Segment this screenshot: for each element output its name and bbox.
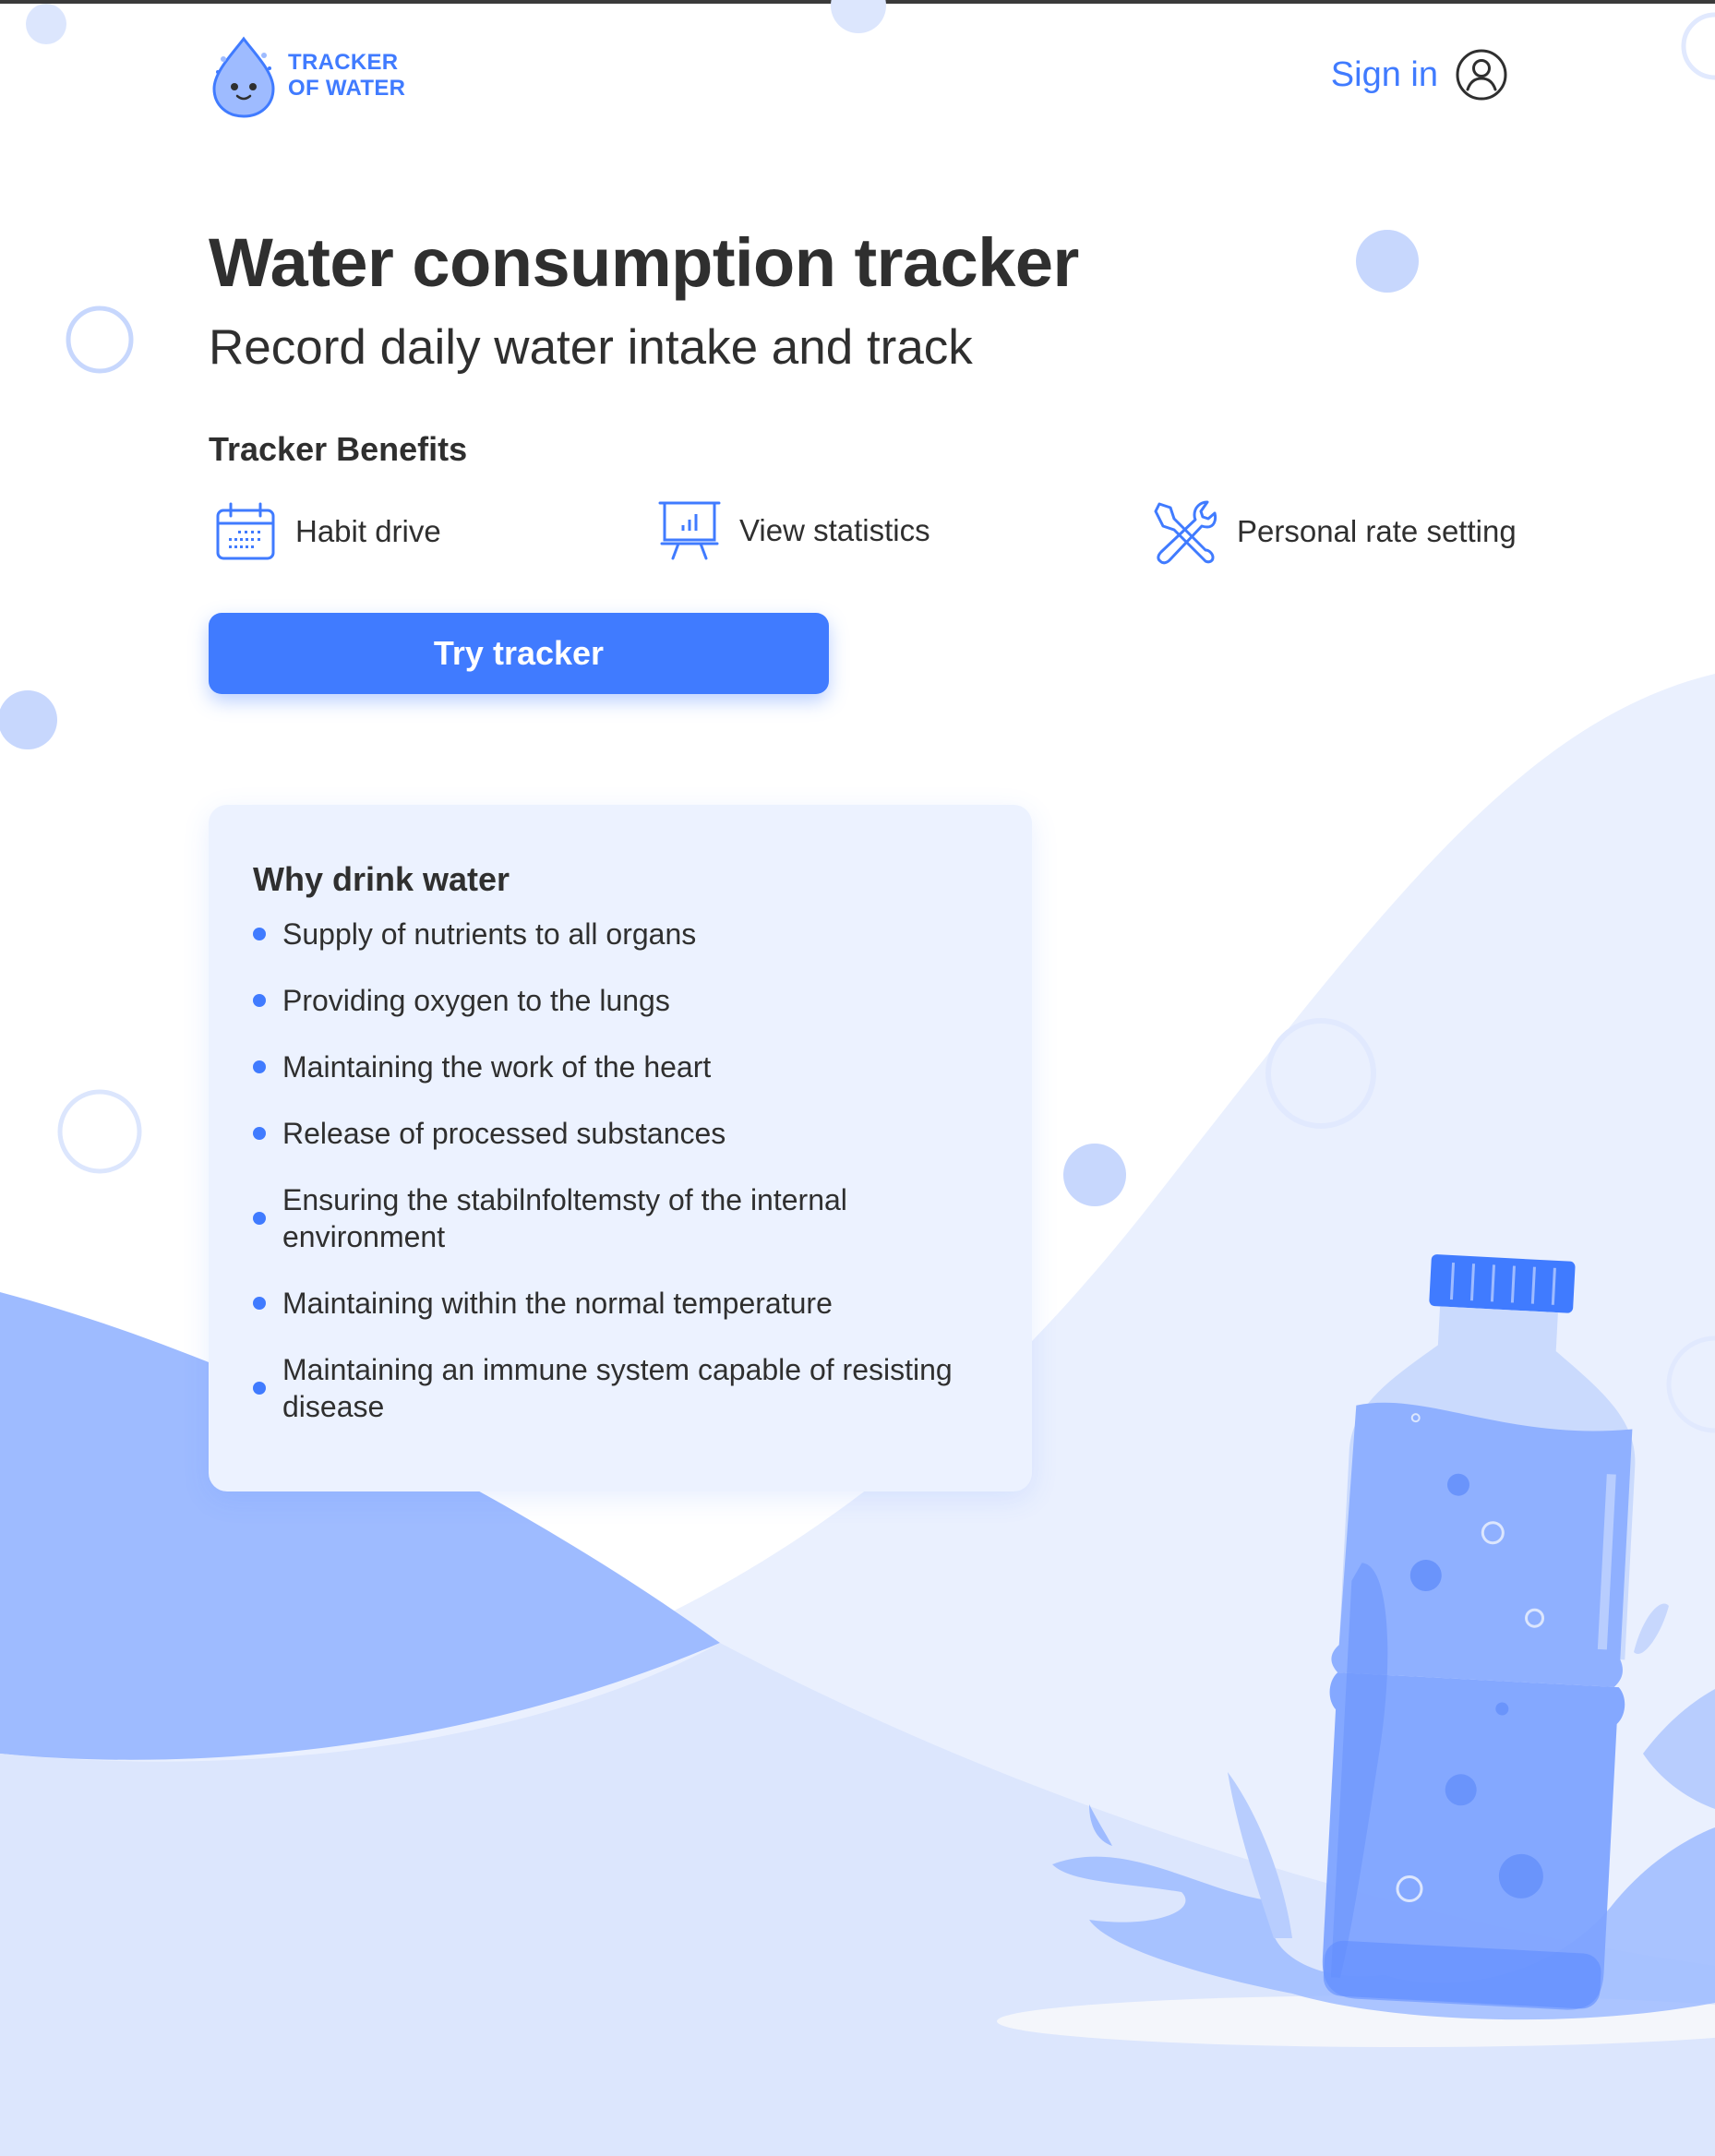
list-item-text: Release of processed substances (282, 1117, 726, 1150)
bubble (1356, 230, 1419, 293)
bullet-dot (253, 928, 266, 940)
page-subtitle: Record daily water intake and track (209, 320, 973, 375)
benefit-view-statistics: View statistics (658, 499, 930, 562)
list-item-text: Providing oxygen to the lungs (282, 984, 670, 1017)
bubble (0, 690, 57, 749)
bubble (57, 1089, 142, 1174)
tools-icon (1154, 500, 1217, 565)
water-drop-mascot-icon (212, 36, 275, 118)
user-circle-icon (1456, 49, 1507, 101)
benefit-habit-drive: Habit drive (214, 501, 441, 562)
bullet-dot (253, 1127, 266, 1140)
bullet-dot (253, 1297, 266, 1310)
benefit-personal-rate-setting: Personal rate setting (1152, 498, 1517, 565)
benefit-label: View statistics (739, 513, 930, 547)
benefits-list: Supply of nutrients to all organs Provid… (253, 916, 988, 1425)
list-item: Providing oxygen to the lungs (253, 982, 988, 1019)
card-title: Why drink water (253, 860, 510, 898)
why-drink-water-card: Why drink water Supply of nutrients to a… (209, 805, 1032, 1491)
header: TRACKER OF WATER Sign in (0, 0, 1715, 157)
list-item-text: Maintaining within the normal temperatur… (282, 1287, 833, 1320)
calendar-icon (216, 502, 275, 560)
page-title: Water consumption tracker (209, 224, 1079, 301)
logo[interactable]: TRACKER OF WATER (207, 31, 405, 120)
bullet-dot (253, 1382, 266, 1395)
chart-presentation-icon (658, 501, 721, 560)
sign-in-link[interactable]: Sign in (1331, 48, 1508, 102)
bubble (1063, 1144, 1126, 1206)
bullet-dot (253, 1212, 266, 1225)
hero-section: Water consumption tracker Record daily w… (209, 222, 1079, 378)
list-item-text: Supply of nutrients to all organs (282, 917, 697, 951)
list-item: Release of processed substances (253, 1115, 988, 1152)
benefit-label: Habit drive (295, 514, 441, 548)
benefits-title: Tracker Benefits (209, 430, 468, 468)
bullet-dot (253, 1060, 266, 1073)
list-item-text: Maintaining the work of the heart (282, 1050, 712, 1084)
bubble (66, 305, 134, 374)
list-item: Supply of nutrients to all organs (253, 916, 988, 952)
list-item-text: Maintaining an immune system capable of … (282, 1353, 953, 1423)
list-item: Maintaining within the normal temperatur… (253, 1285, 988, 1322)
list-item: Ensuring the stabilnfoltemsty of the int… (253, 1181, 988, 1255)
list-item-text: Ensuring the stabilnfoltemsty of the int… (282, 1183, 847, 1253)
sign-in-label: Sign in (1330, 54, 1438, 94)
benefit-label: Personal rate setting (1237, 514, 1517, 548)
list-item: Maintaining the work of the heart (253, 1048, 988, 1085)
logo-line2: OF WATER (288, 76, 406, 101)
list-item: Maintaining an immune system capable of … (253, 1351, 988, 1425)
logo-text: TRACKER OF WATER (288, 50, 405, 102)
bullet-dot (253, 994, 266, 1007)
try-tracker-button[interactable]: Try tracker (209, 613, 829, 694)
logo-line1: TRACKER (288, 50, 399, 75)
